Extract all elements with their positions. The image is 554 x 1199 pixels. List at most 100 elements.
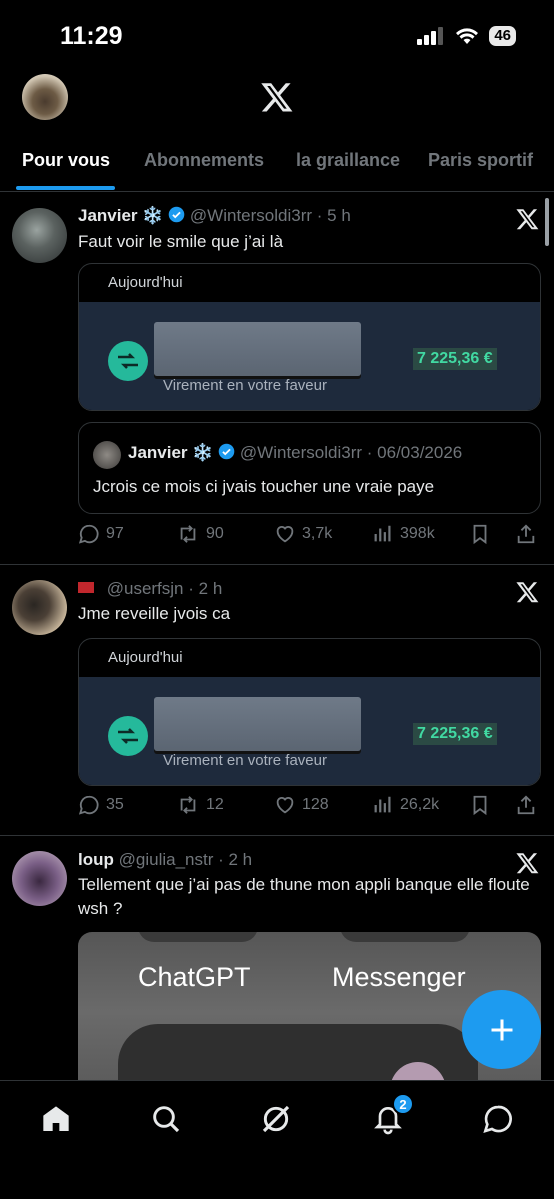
- bank-screenshot-image[interactable]: Aujourd'hui Virement en votre faveur 7 2…: [78, 263, 541, 411]
- views-button[interactable]: 26,2k: [372, 794, 439, 816]
- post-author-avatar[interactable]: [12, 580, 67, 635]
- post-header: @userfsjn · 2 h: [78, 579, 222, 599]
- quoted-author-name: Janvier: [128, 443, 188, 462]
- views-chart-icon: [374, 796, 391, 813]
- transaction-amount: 7 225,36 €: [413, 723, 497, 745]
- search-icon: [153, 1106, 180, 1133]
- tab-pour-vous[interactable]: Pour vous: [22, 150, 110, 171]
- post-author-avatar[interactable]: [12, 208, 67, 263]
- bank-screenshot-image[interactable]: Aujourd'hui Virement en votre faveur 7 2…: [78, 638, 541, 786]
- quoted-post-text: Jcrois ce mois ci jvais toucher une vrai…: [93, 477, 435, 496]
- quoted-post[interactable]: Janvier ❄️ @Wintersoldi3rr · 06/03/2026 …: [78, 422, 541, 514]
- share-button[interactable]: [515, 523, 537, 545]
- status-icons: 46: [417, 26, 516, 46]
- post-time: · 2 h: [188, 579, 223, 598]
- bank-transfer-icon: [108, 341, 148, 381]
- repost-count: 90: [206, 525, 224, 542]
- x-logo-icon: [261, 83, 293, 112]
- app-icon-shape: [138, 932, 258, 942]
- reply-count: 35: [106, 796, 124, 813]
- reply-button[interactable]: 97: [78, 523, 124, 545]
- plus-icon: [491, 1019, 512, 1040]
- bookmark-icon: [473, 524, 487, 545]
- like-button[interactable]: 3,7k: [274, 523, 332, 545]
- nav-grok[interactable]: [260, 1103, 292, 1140]
- repost-button[interactable]: 12: [176, 794, 224, 816]
- reply-count: 97: [106, 525, 124, 542]
- transaction-amount: 7 225,36 €: [413, 348, 497, 370]
- heart-icon: [276, 526, 294, 543]
- like-count: 3,7k: [302, 525, 333, 542]
- app-icon-shape: [340, 932, 470, 942]
- post-header: loup @giulia_nstr · 2 h: [78, 850, 252, 870]
- media-app-label-messenger: Messenger: [332, 962, 466, 992]
- snowflake-emoji: ❄️: [192, 443, 214, 462]
- quoted-author-avatar: [93, 441, 121, 469]
- author-handle[interactable]: @giulia_nstr: [119, 850, 214, 869]
- repost-icon: [180, 525, 196, 543]
- transaction-row: Virement en votre faveur 7 225,36 €: [79, 677, 540, 785]
- quoted-post-date: · 06/03/2026: [366, 443, 463, 462]
- transaction-subtitle: Virement en votre faveur: [163, 752, 327, 769]
- grok-icon: [262, 1105, 290, 1133]
- post-time: · 2 h: [218, 850, 253, 869]
- post-actions: 97 90 3,7k 398k: [78, 523, 548, 549]
- x-logo-icon: [516, 582, 539, 603]
- x-logo-icon: [516, 853, 539, 874]
- bottom-navigation: 2: [0, 1080, 554, 1199]
- author-handle[interactable]: @Wintersoldi3rr: [190, 206, 312, 225]
- views-count: 398k: [400, 525, 435, 542]
- author-name[interactable]: Janvier: [78, 206, 138, 225]
- home-icon: [43, 1106, 69, 1131]
- repost-icon: [180, 796, 196, 814]
- author-name[interactable]: loup: [78, 850, 114, 869]
- nav-notifications[interactable]: 2: [372, 1093, 414, 1140]
- like-button[interactable]: 128: [274, 794, 329, 816]
- bookmark-button[interactable]: [469, 523, 491, 545]
- active-tab-indicator: [16, 186, 115, 190]
- transaction-row: Virement en votre faveur 7 225,36 €: [79, 302, 540, 410]
- flag-icon: [78, 582, 94, 593]
- views-button[interactable]: 398k: [372, 523, 435, 545]
- reply-icon: [78, 795, 99, 815]
- share-button[interactable]: [515, 794, 537, 816]
- tab-paris-sportif[interactable]: Paris sportif: [428, 150, 533, 171]
- heart-icon: [276, 797, 294, 814]
- compose-button[interactable]: [462, 990, 541, 1069]
- profile-avatar[interactable]: [22, 74, 68, 120]
- nav-home[interactable]: [40, 1103, 72, 1140]
- tab-la-graillance[interactable]: la graillance: [296, 150, 400, 171]
- cellular-signal-icon: [417, 27, 444, 45]
- timeline-tabs: Pour vous Abonnements la graillance Pari…: [0, 140, 554, 192]
- repost-count: 12: [206, 796, 224, 813]
- like-count: 128: [302, 796, 329, 813]
- notification-count-badge: 2: [392, 1093, 414, 1115]
- share-icon: [517, 524, 535, 544]
- verified-badge-icon: [168, 206, 185, 223]
- card-date-label: Aujourd'hui: [108, 649, 183, 666]
- quoted-post-header: Janvier ❄️ @Wintersoldi3rr · 06/03/2026: [128, 443, 462, 463]
- card-date-label: Aujourd'hui: [108, 274, 183, 291]
- bookmark-icon: [473, 795, 487, 816]
- snowflake-emoji: ❄️: [142, 206, 164, 225]
- bookmark-button[interactable]: [469, 794, 491, 816]
- post-time: · 5 h: [316, 206, 351, 225]
- post-header: Janvier ❄️ @Wintersoldi3rr · 5 h: [78, 206, 351, 226]
- battery-indicator: 46: [489, 26, 516, 46]
- reply-button[interactable]: 35: [78, 794, 124, 816]
- quoted-author-handle: @Wintersoldi3rr: [239, 443, 363, 462]
- repost-button[interactable]: 90: [176, 523, 224, 545]
- nav-messages[interactable]: [482, 1103, 514, 1140]
- bank-transfer-icon: [108, 716, 148, 756]
- author-handle[interactable]: @userfsjn: [107, 579, 184, 598]
- post-2[interactable]: @userfsjn · 2 h Jme reveille jvois ca Au…: [0, 566, 554, 836]
- tab-abonnements[interactable]: Abonnements: [144, 150, 264, 171]
- nav-search[interactable]: [150, 1103, 182, 1140]
- status-time: 11:29: [60, 22, 123, 50]
- transaction-subtitle: Virement en votre faveur: [163, 377, 327, 394]
- blurred-name: [154, 322, 361, 376]
- post-text: Faut voir le smile que j’ai là: [78, 232, 284, 251]
- post-author-avatar[interactable]: [12, 851, 67, 906]
- post-1[interactable]: Janvier ❄️ @Wintersoldi3rr · 5 h Faut vo…: [0, 193, 554, 565]
- verified-badge-icon: [218, 443, 235, 460]
